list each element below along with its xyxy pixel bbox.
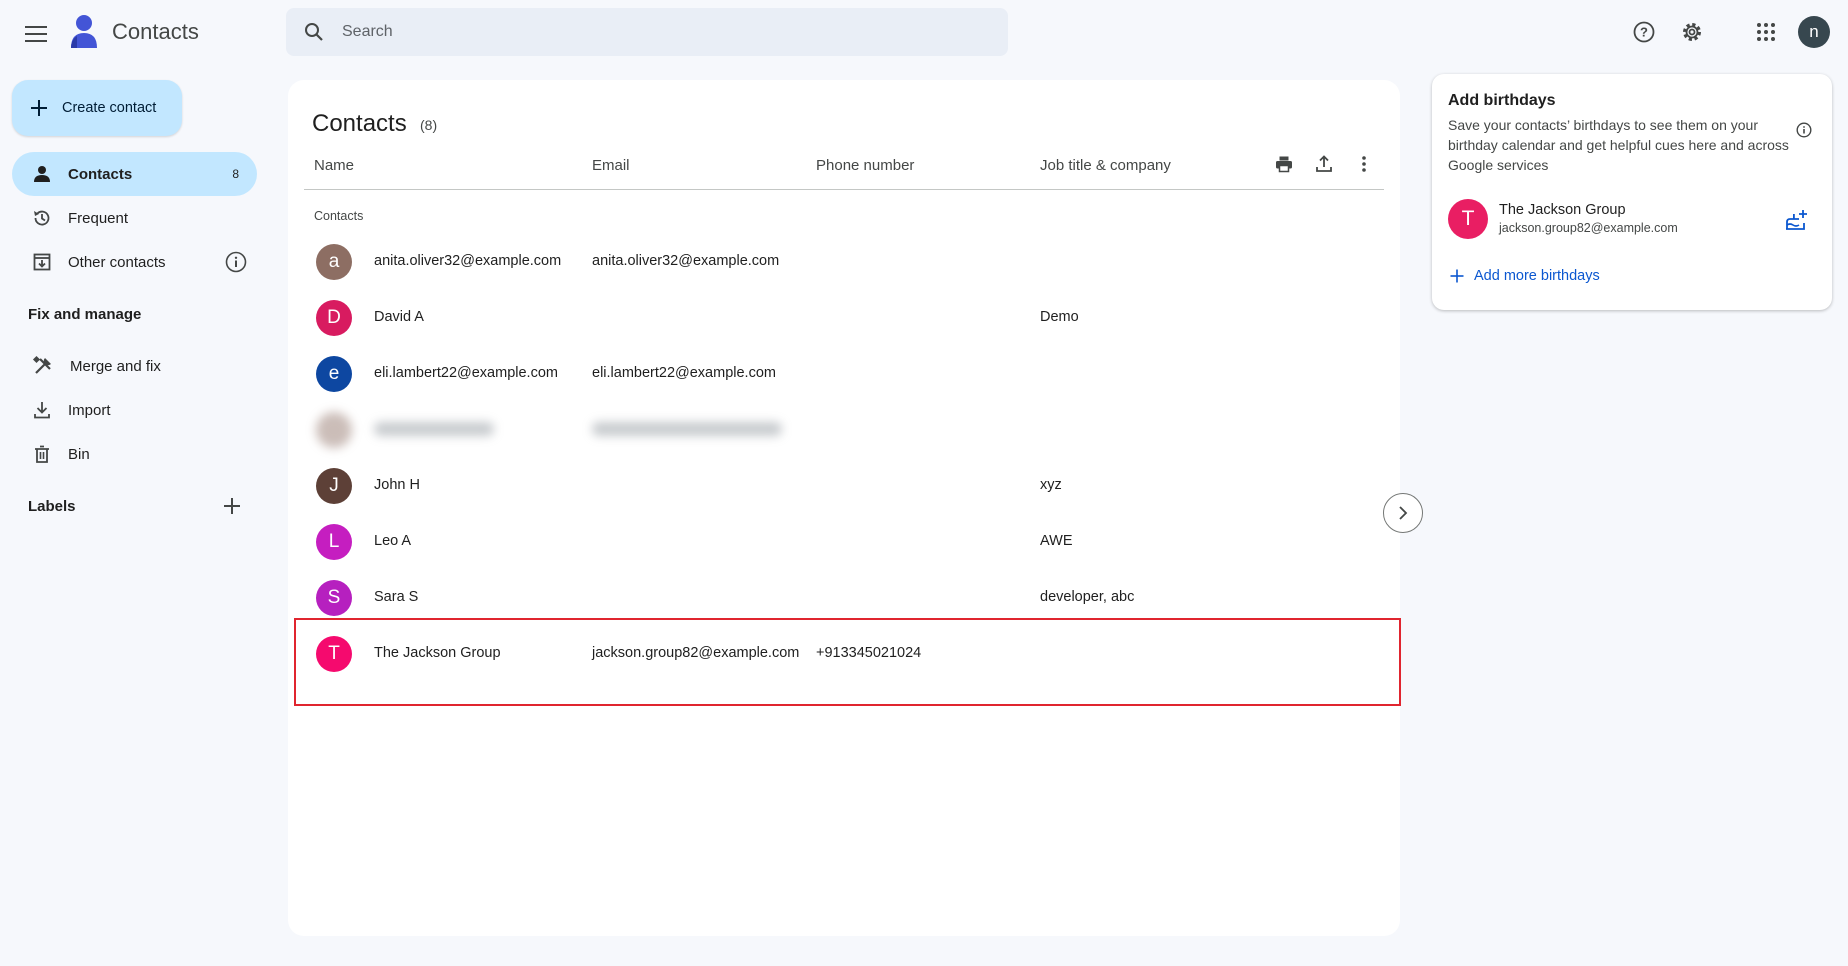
birthday-contact-email: jackson.group82@example.com xyxy=(1499,221,1678,235)
person-icon xyxy=(34,166,50,182)
next-panel-button[interactable] xyxy=(1383,493,1423,533)
contact-name: John H xyxy=(374,477,420,493)
sidebar-item-import[interactable]: Import xyxy=(12,388,257,432)
hamburger-icon xyxy=(25,26,47,42)
column-header-job: Job title & company xyxy=(1040,157,1171,174)
fix-and-manage-heading: Fix and manage xyxy=(28,306,142,323)
plus-icon xyxy=(1450,269,1464,283)
avatar: a xyxy=(316,244,352,280)
contact-name: Leo A xyxy=(374,533,412,549)
info-icon xyxy=(1796,122,1812,138)
birthdays-title: Add birthdays xyxy=(1448,92,1556,109)
avatar: S xyxy=(316,580,352,616)
gear-icon xyxy=(1683,23,1701,41)
contact-row[interactable]: D David A Demo xyxy=(304,290,1392,346)
tools-icon xyxy=(32,355,51,374)
birthdays-description: Save your contacts’ birthdays to see the… xyxy=(1448,117,1789,173)
search-icon[interactable] xyxy=(304,22,324,42)
redacted-email xyxy=(592,422,782,436)
search-bar[interactable] xyxy=(286,8,1008,56)
sidebar-item-label: Merge and fix xyxy=(70,357,161,375)
sidebar-item-label: Import xyxy=(68,401,111,419)
contact-email: anita.oliver32@example.com xyxy=(592,253,780,269)
contacts-count: (8) xyxy=(420,117,438,133)
sidebar-item-merge-and-fix[interactable]: Merge and fix xyxy=(12,344,257,388)
avatar xyxy=(316,412,352,448)
trash-icon xyxy=(35,445,49,463)
upload-icon xyxy=(1316,155,1332,172)
more-vert-icon xyxy=(1362,156,1366,172)
sidebar-item-label: Frequent xyxy=(68,209,129,227)
contact-job: developer, abc xyxy=(1040,589,1135,605)
google-apps-button[interactable] xyxy=(1746,12,1786,52)
sidebar-item-other-contacts[interactable]: Other contacts xyxy=(12,240,257,284)
plus-icon xyxy=(31,100,47,116)
contact-name: eli.lambert22@example.com xyxy=(374,365,558,381)
column-header-phone: Phone number xyxy=(816,157,915,174)
help-button[interactable]: ? xyxy=(1624,12,1664,52)
contact-job: xyz xyxy=(1040,477,1062,493)
avatar: L xyxy=(316,524,352,560)
svg-text:?: ? xyxy=(1640,25,1648,40)
list-section-label: Contacts xyxy=(314,209,364,223)
contact-row-blurred[interactable] xyxy=(304,402,1392,458)
sidebar-item-label: Contacts xyxy=(68,165,133,183)
contact-row[interactable]: J John H xyz xyxy=(304,458,1392,514)
archive-download-icon xyxy=(33,253,51,271)
create-contact-button[interactable]: Create contact xyxy=(12,80,182,136)
contact-name: Sara S xyxy=(374,589,419,605)
contact-job: AWE xyxy=(1040,533,1073,549)
create-contact-label: Create contact xyxy=(62,100,157,116)
sidebar-item-bin[interactable]: Bin xyxy=(12,432,257,476)
chevron-right-icon xyxy=(1399,506,1408,520)
avatar: J xyxy=(316,468,352,504)
birthday-contact-name: The Jackson Group xyxy=(1499,202,1626,218)
cake-add-icon xyxy=(1786,210,1807,230)
contact-row[interactable]: a anita.oliver32@example.com anita.olive… xyxy=(304,234,1392,290)
account-avatar[interactable]: n xyxy=(1798,16,1830,48)
column-header-name: Name xyxy=(314,157,355,174)
avatar: D xyxy=(316,300,352,336)
page-title: Contacts xyxy=(312,110,407,137)
birthdays-info-button[interactable] xyxy=(1794,120,1814,140)
selection-highlight xyxy=(294,618,1401,706)
main-menu-button[interactable] xyxy=(16,14,56,54)
add-more-birthdays-label: Add more birthdays xyxy=(1474,268,1600,284)
sidebar-item-frequent[interactable]: Frequent xyxy=(12,196,257,240)
settings-button[interactable] xyxy=(1672,12,1712,52)
contacts-count-badge: 8 xyxy=(232,167,239,181)
app-title: Contacts xyxy=(112,19,199,44)
info-icon[interactable] xyxy=(225,251,247,273)
export-button[interactable] xyxy=(1308,148,1340,180)
header-divider xyxy=(304,189,1384,190)
labels-heading: Labels xyxy=(28,498,76,515)
redacted-name xyxy=(374,422,494,436)
history-icon xyxy=(34,210,50,226)
add-more-birthdays-link[interactable]: Add more birthdays xyxy=(1450,268,1600,284)
sidebar-item-contacts[interactable]: Contacts 8 xyxy=(12,152,257,196)
create-label-button[interactable] xyxy=(216,490,248,522)
help-icon: ? xyxy=(1633,21,1655,43)
avatar: T xyxy=(1448,199,1488,239)
contact-name: anita.oliver32@example.com xyxy=(374,253,562,269)
sidebar-item-label: Other contacts xyxy=(68,253,166,271)
avatar: e xyxy=(316,356,352,392)
contact-job: Demo xyxy=(1040,309,1079,325)
contact-name: David A xyxy=(374,309,424,325)
sidebar-item-label: Bin xyxy=(68,445,90,463)
contacts-logo-icon[interactable] xyxy=(69,14,99,50)
contact-row[interactable]: L Leo A AWE xyxy=(304,514,1392,570)
more-options-button[interactable] xyxy=(1348,148,1380,180)
apps-grid-icon xyxy=(1757,23,1775,41)
contact-email: eli.lambert22@example.com xyxy=(592,365,776,381)
print-button[interactable] xyxy=(1268,148,1300,180)
plus-icon xyxy=(224,498,240,514)
print-icon xyxy=(1276,156,1292,173)
contact-row[interactable]: e eli.lambert22@example.com eli.lambert2… xyxy=(304,346,1392,402)
download-icon xyxy=(34,402,50,419)
add-birthday-button[interactable] xyxy=(1782,206,1810,234)
search-input[interactable] xyxy=(342,23,942,41)
column-header-email: Email xyxy=(592,157,630,174)
